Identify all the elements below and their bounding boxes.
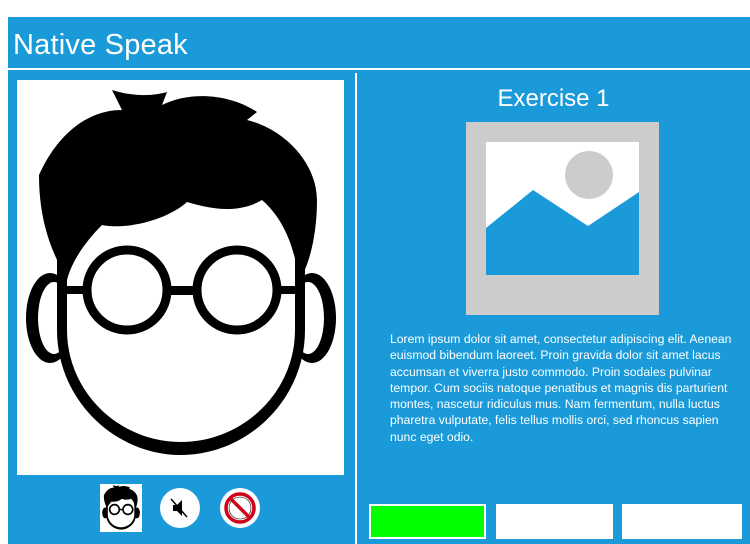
image-placeholder-icon: [486, 151, 639, 275]
speaker-muted-icon: [170, 498, 188, 518]
image-placeholder: [466, 122, 659, 315]
mute-button[interactable]: [160, 488, 200, 528]
avatar-thumbnail-button[interactable]: [100, 484, 142, 532]
avatar-controls: [8, 481, 355, 533]
exercise-title: Exercise 1: [497, 85, 610, 112]
avatar-thumbnail-icon: [102, 485, 140, 530]
app-title: Native Speak: [13, 29, 188, 61]
answer-option-3[interactable]: [622, 504, 742, 539]
answer-option-2[interactable]: [496, 504, 613, 539]
block-button[interactable]: [220, 488, 260, 528]
image-placeholder-frame: [486, 142, 639, 275]
prohibited-icon: [224, 492, 256, 524]
answer-option-1[interactable]: [369, 504, 486, 539]
app-header: Native Speak: [8, 17, 750, 67]
avatar-panel: [17, 80, 344, 475]
exercise-description: Lorem ipsum dolor sit amet, consectetur …: [390, 332, 732, 444]
panel-divider: [355, 73, 357, 544]
app-window: Native Speak Exercise 1 Lorem ipsum dolo…: [8, 17, 750, 544]
avatar-face-icon: [26, 90, 336, 455]
header-divider: [8, 68, 750, 70]
